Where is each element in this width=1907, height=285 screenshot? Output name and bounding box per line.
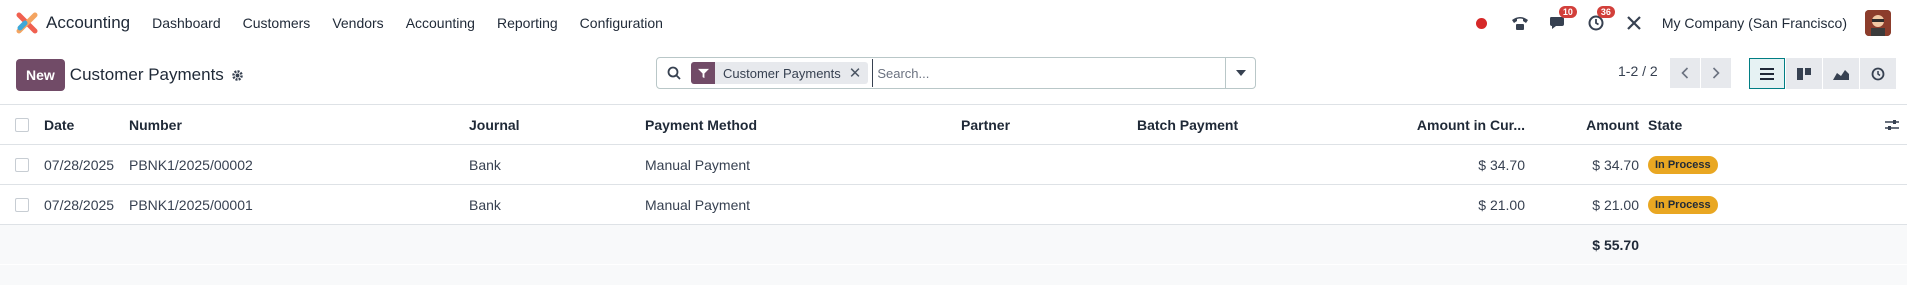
status-badge: In Process [1648, 156, 1718, 174]
company-switcher[interactable]: My Company (San Francisco) [1662, 15, 1847, 31]
cell-amount-currency: $ 34.70 [1478, 157, 1525, 173]
col-payment-method[interactable]: Payment Method [645, 105, 757, 145]
cell-state: In Process [1648, 145, 1718, 185]
close-icon[interactable]: ✕ [849, 64, 869, 82]
cell-date: 07/28/2025 [44, 157, 115, 173]
app-name: Accounting [46, 13, 131, 32]
gear-icon[interactable] [231, 68, 245, 82]
kanban-view-icon[interactable] [1786, 58, 1822, 89]
menu-customers[interactable]: Customers [243, 15, 311, 31]
tools-icon[interactable] [1624, 13, 1644, 33]
chevron-right-icon[interactable] [1701, 58, 1731, 88]
menu-reporting[interactable]: Reporting [497, 15, 558, 31]
top-navbar: Accounting Dashboard Customers Vendors A… [0, 0, 1907, 46]
activity-view-icon[interactable] [1860, 58, 1896, 89]
search-bar: Customer Payments ✕ [656, 57, 1256, 89]
systray: 10 36 My Company (San Francisco) [1472, 6, 1891, 36]
row-checkbox[interactable] [15, 185, 29, 225]
col-amount[interactable]: Amount [1540, 105, 1639, 145]
cell-number: PBNK1/2025/00002 [129, 157, 253, 173]
cell-state: In Process [1648, 185, 1718, 225]
clock-icon[interactable]: 36 [1586, 6, 1615, 33]
select-all-checkbox[interactable] [15, 105, 29, 145]
row-checkbox[interactable] [15, 145, 29, 185]
graph-view-icon[interactable] [1823, 58, 1859, 89]
total-amount: $ 55.70 [1592, 237, 1639, 253]
new-button[interactable]: New [16, 59, 65, 91]
search-input[interactable] [872, 59, 1225, 87]
facet-label: Customer Payments [723, 65, 841, 81]
pager-value[interactable]: 1-2 / 2 [1618, 63, 1658, 79]
accounting-logo-icon [16, 12, 38, 34]
table-row[interactable]: 07/28/2025 PBNK1/2025/00001 Bank Manual … [0, 184, 1907, 224]
table-row[interactable]: 07/28/2025 PBNK1/2025/00002 Bank Manual … [0, 144, 1907, 184]
cell-amount: $ 34.70 [1592, 157, 1639, 173]
list-background [0, 265, 1907, 285]
col-state[interactable]: State [1648, 105, 1682, 145]
table-header: Date Number Journal Payment Method Partn… [0, 104, 1907, 144]
col-amount-currency[interactable]: Amount in Cur... [1380, 105, 1525, 145]
status-badge: In Process [1648, 196, 1718, 214]
page-title: Customer Payments [69, 65, 224, 84]
activities-badge: 36 [1596, 6, 1615, 18]
cell-number: PBNK1/2025/00001 [129, 197, 253, 213]
messages-badge: 10 [1558, 6, 1577, 18]
search-icon[interactable] [657, 66, 691, 80]
filter-icon [691, 62, 715, 84]
cell-amount-currency: $ 21.00 [1478, 197, 1525, 213]
app-brand[interactable]: Accounting [16, 12, 130, 34]
col-partner[interactable]: Partner [961, 105, 1010, 145]
col-journal[interactable]: Journal [469, 105, 520, 145]
col-number[interactable]: Number [129, 105, 182, 145]
cell-payment-method: Manual Payment [645, 157, 751, 173]
list-view-icon[interactable] [1749, 58, 1785, 89]
cell-date: 07/28/2025 [44, 197, 115, 213]
optional-columns-icon[interactable] [1885, 105, 1899, 145]
cell-journal: Bank [469, 197, 501, 213]
phone-icon[interactable] [1510, 13, 1530, 33]
filter-facet: Customer Payments ✕ [691, 62, 869, 84]
caret-down-icon[interactable] [1225, 58, 1255, 88]
chevron-left-icon[interactable] [1670, 58, 1700, 88]
chat-icon[interactable]: 10 [1548, 6, 1577, 33]
col-date[interactable]: Date [44, 105, 74, 145]
record-dot-icon[interactable] [1472, 13, 1492, 33]
control-panel: New Customer Payments Customer Payments … [0, 46, 1907, 104]
cell-amount: $ 21.00 [1592, 197, 1639, 213]
cell-journal: Bank [469, 157, 501, 173]
menu-accounting[interactable]: Accounting [406, 15, 475, 31]
main-menu: Dashboard Customers Vendors Accounting R… [152, 15, 663, 31]
col-batch-payment[interactable]: Batch Payment [1137, 105, 1238, 145]
menu-vendors[interactable]: Vendors [332, 15, 383, 31]
user-avatar[interactable] [1865, 10, 1891, 36]
menu-dashboard[interactable]: Dashboard [152, 15, 221, 31]
cell-payment-method: Manual Payment [645, 197, 751, 213]
payments-table: Date Number Journal Payment Method Partn… [0, 104, 1907, 264]
menu-configuration[interactable]: Configuration [580, 15, 663, 31]
table-footer: $ 55.70 [0, 224, 1907, 264]
